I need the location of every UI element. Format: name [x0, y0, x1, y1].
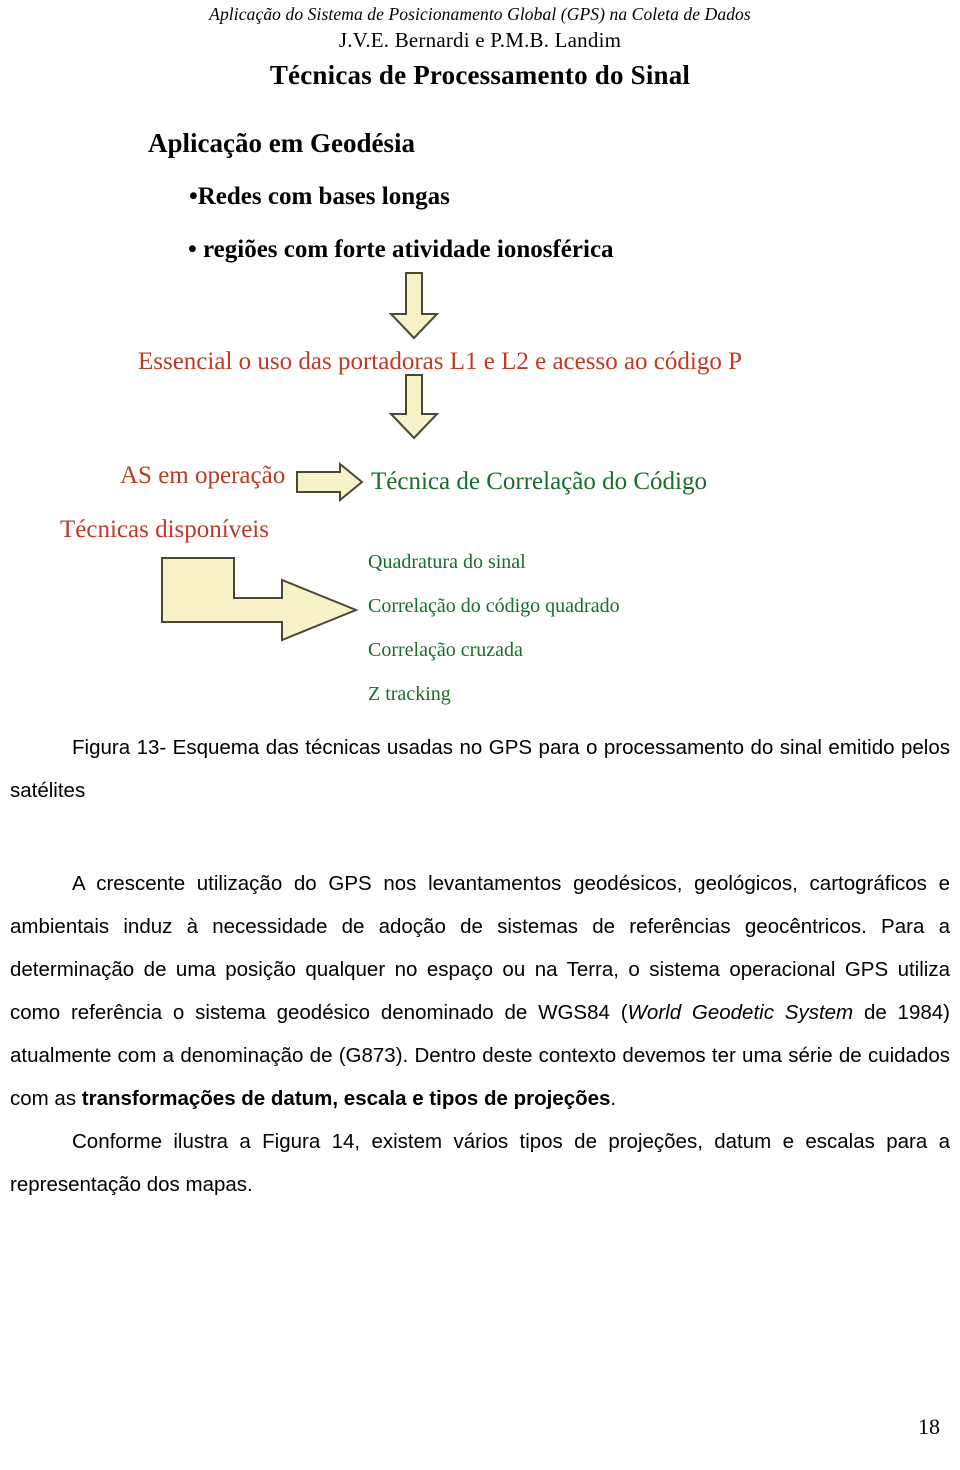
body-paragraph-2: Conforme ilustra a Figura 14, existem vá… [10, 1130, 950, 1196]
figure-caption: Figura 13- Esquema das técnicas usadas n… [10, 736, 950, 802]
paragraph1-italic-wgs84-title: World Geodetic System [627, 1001, 854, 1024]
slide-bullet-redes-bases-longas: •Redes com bases longas [189, 183, 450, 210]
paragraph1-bold-transformacoes: transformações de datum, escala e tipos … [81, 1087, 611, 1110]
body-paragraph-1: A crescente utilização do GPS nos levant… [10, 862, 950, 1120]
page-number: 18 [918, 1414, 940, 1439]
slide-title: Técnicas de Processamento do Sinal [269, 60, 691, 90]
slide-emphasis-line: Essencial o uso das portadoras L1 e L2 e… [137, 348, 742, 375]
body-text: A crescente utilização do GPS nos levant… [10, 862, 950, 1206]
slide-bullet-regioes-ionosferica: • regiões com forte atividade ionosféric… [188, 236, 614, 263]
technique-item: Z tracking [368, 683, 451, 705]
paragraph1-segment-3: . [610, 1087, 617, 1110]
technique-item: Correlação do código quadrado [368, 595, 620, 617]
slide-label-tecnicas-disponiveis: Técnicas disponíveis [60, 516, 269, 543]
slide-technique-list: Quadratura do sinal Correlação do código… [368, 540, 620, 716]
slide-primary-technique: Técnica de Correlação do Código [371, 468, 707, 495]
slide-heading-aplicacao-geodesia: Aplicação em Geodésia [148, 128, 415, 158]
down-arrow-icon-1 [388, 272, 440, 340]
stepped-right-arrow-icon [161, 557, 359, 642]
right-arrow-icon-small [296, 462, 364, 502]
down-arrow-icon-2 [388, 374, 440, 440]
document-page: Aplicação do Sistema de Posicionamento G… [0, 0, 960, 1470]
embedded-slide-figure: Técnicas de Processamento do Sinal Aplic… [0, 0, 960, 720]
slide-label-as-em-operacao: AS em operação [120, 462, 286, 489]
technique-item: Correlação cruzada [368, 639, 523, 661]
technique-item: Quadratura do sinal [368, 551, 526, 573]
